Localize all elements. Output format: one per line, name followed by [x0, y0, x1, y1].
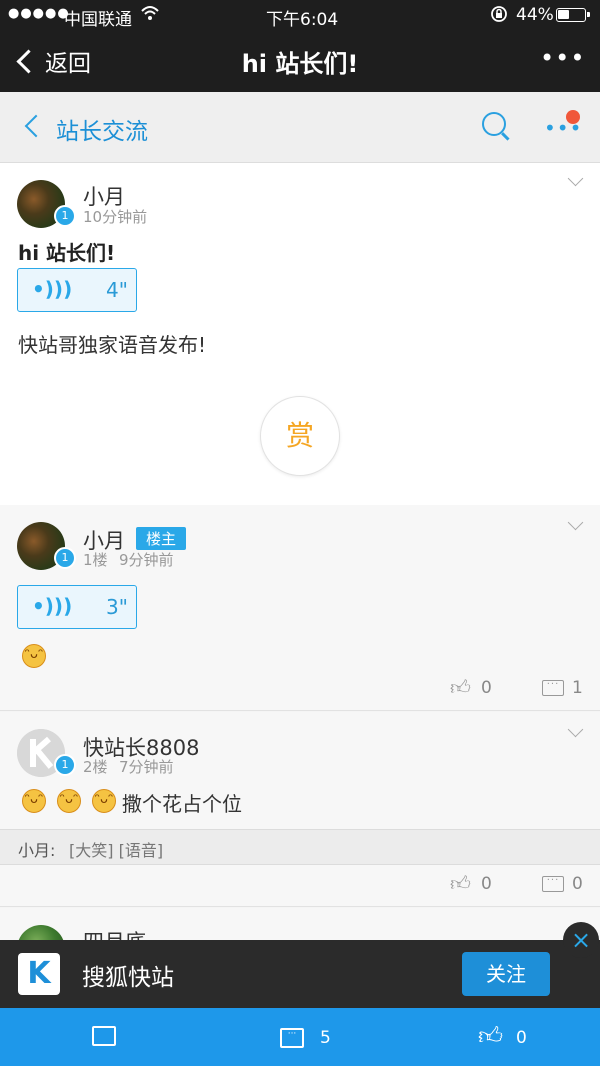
level-badge: 1: [54, 205, 76, 227]
app-name: 搜狐快站: [82, 965, 174, 991]
post-time: 10分钟前: [83, 208, 148, 226]
post-title: hi 站长们!: [18, 241, 116, 265]
post-text: 撒个花占个位: [122, 792, 242, 816]
quote-author: 小月:: [18, 841, 56, 860]
reply-post: 1 小月 楼主 1楼 9分钟前 •))) 3" ᵔᴗᵔ 👍︎ 0 ··· 1: [0, 505, 600, 711]
forum-header: 站长交流 •••: [0, 92, 600, 163]
more-button[interactable]: •••: [540, 44, 585, 72]
battery-level: [558, 10, 569, 19]
main-post: 1 小月 10分钟前 hi 站长们! •))) 4" 快站哥独家语音发布! 赏: [0, 163, 600, 505]
laugh-emoji-icon: ᵔᴗᵔ: [22, 644, 46, 668]
sound-wave-icon: •))): [32, 594, 73, 618]
close-icon[interactable]: ×: [563, 922, 599, 958]
chevron-left-icon[interactable]: [24, 114, 48, 138]
avatar[interactable]: [17, 925, 65, 940]
notification-dot: [566, 110, 580, 124]
comment-count: 5: [320, 1028, 331, 1048]
username[interactable]: 四月底: [83, 926, 146, 940]
forum-name[interactable]: 站长交流: [56, 112, 148, 146]
flower-emoji-icon: ᵔᴗᵔ: [22, 789, 46, 813]
like-count: 0: [481, 678, 492, 698]
floor-number: 1楼: [83, 551, 108, 569]
thumbs-up-icon[interactable]: 👍︎: [450, 871, 471, 896]
app-logo: K: [18, 953, 60, 995]
voice-message[interactable]: •))) 4": [17, 268, 137, 312]
chevron-down-icon[interactable]: [567, 170, 584, 187]
battery-percent: 44%: [516, 5, 554, 25]
voice-message[interactable]: •))) 3": [17, 585, 137, 629]
chevron-down-icon[interactable]: [567, 514, 584, 531]
bottom-toolbar: ··· 5 👍︎ 0: [0, 1008, 600, 1066]
post-time: 9分钟前: [119, 551, 174, 569]
floor-number: 2楼: [83, 758, 108, 776]
voice-duration: 3": [106, 595, 128, 619]
comment-count: 0: [572, 874, 583, 894]
status-bar: ●●●●● 中国联通 下午6:04 44%: [0, 0, 600, 30]
reply-post: 1 快站长8808 2楼 7分钟前 ᵔᴗᵔ ᵔᴗᵔ ᵔᴗᵔ 撒个花占个位 小月:…: [0, 712, 600, 907]
search-icon[interactable]: [482, 112, 506, 136]
share-icon[interactable]: [92, 1026, 116, 1046]
owner-badge: 楼主: [136, 527, 187, 550]
app-promo-banner: K 搜狐快站 关注: [0, 940, 600, 1008]
chevron-down-icon[interactable]: [567, 721, 584, 738]
comment-count: 1: [572, 678, 583, 698]
quoted-reply[interactable]: 小月: [大笑] [语音]: [0, 829, 600, 865]
battery-icon: [556, 8, 590, 22]
thumbs-up-icon[interactable]: 👍︎: [450, 675, 471, 700]
follow-button[interactable]: 关注: [462, 952, 550, 996]
wifi-icon: [140, 3, 160, 28]
comment-icon[interactable]: ···: [280, 1028, 304, 1048]
level-badge: 1: [54, 547, 76, 569]
clock: 下午6:04: [266, 10, 339, 30]
back-label: 返回: [45, 51, 91, 77]
reward-button[interactable]: 赏: [260, 396, 340, 476]
like-count: 0: [481, 874, 492, 894]
reply-post: 四月底 3楼: [0, 908, 600, 940]
sound-wave-icon: •))): [32, 277, 73, 301]
post-time: 7分钟前: [119, 758, 174, 776]
quote-content: [大笑] [语音]: [69, 841, 164, 860]
signal-strength-icon: ●●●●●: [8, 6, 70, 21]
comment-icon[interactable]: ···: [542, 680, 564, 696]
carrier-name: 中国联通: [64, 10, 132, 30]
post-text: 快站哥独家语音发布!: [18, 333, 207, 357]
flower-emoji-icon: ᵔᴗᵔ: [57, 789, 81, 813]
voice-duration: 4": [106, 278, 128, 302]
back-button[interactable]: 返回: [14, 44, 91, 78]
thumbs-up-icon[interactable]: 👍︎: [478, 1022, 503, 1051]
rotation-lock-icon: [490, 5, 508, 28]
nav-bar: hi 站长们! 返回 •••: [0, 30, 600, 92]
flower-emoji-icon: ᵔᴗᵔ: [92, 789, 116, 813]
chevron-left-icon: [16, 48, 41, 74]
level-badge: 1: [54, 754, 76, 776]
comment-icon[interactable]: ···: [542, 876, 564, 892]
like-count: 0: [516, 1028, 527, 1048]
